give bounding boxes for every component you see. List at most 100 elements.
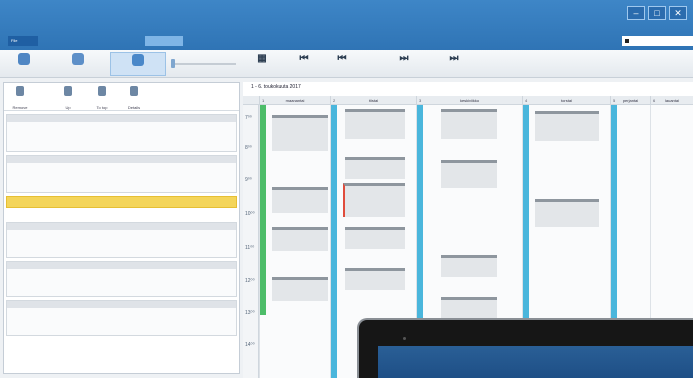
to-top-button[interactable]: To top	[92, 86, 112, 114]
previous-button[interactable]: ⏮	[326, 53, 358, 75]
close-button[interactable]: ✕	[669, 6, 687, 20]
task-card[interactable]	[6, 261, 237, 297]
remove-button[interactable]: Remove	[10, 86, 30, 114]
menu-item[interactable]	[58, 36, 94, 46]
details-button[interactable]: Details	[124, 86, 144, 114]
first-week-icon: ⏮	[299, 53, 309, 64]
menu-item[interactable]	[100, 36, 138, 46]
menu-item[interactable]	[358, 36, 398, 46]
toolbar-label: Up	[65, 105, 71, 110]
time-label: 12⁰⁰	[245, 278, 255, 284]
last-week-button[interactable]: ⏭	[438, 53, 470, 75]
calendar-event[interactable]	[272, 277, 328, 301]
time-label: 13⁰⁰	[245, 310, 255, 316]
task-card[interactable]	[6, 300, 237, 336]
people-icon	[72, 53, 84, 65]
details-icon	[130, 86, 138, 96]
event-title	[272, 190, 328, 192]
day-column[interactable]	[259, 105, 330, 378]
calendar-event[interactable]	[441, 160, 497, 188]
menu-item[interactable]	[290, 36, 320, 46]
day-name: torstai	[561, 98, 572, 103]
zoom-slider-track[interactable]	[172, 63, 236, 65]
calendar-view-button[interactable]: ▦	[246, 53, 278, 75]
day-name: lauantai	[664, 98, 679, 103]
event-title	[272, 230, 328, 232]
task-toolbar: Remove Up To top Details	[4, 83, 239, 111]
event-title	[345, 112, 405, 114]
menu-item[interactable]	[264, 36, 286, 46]
next-button[interactable]: ⏭	[388, 53, 420, 75]
refresh-icon	[18, 53, 30, 65]
global-search-input[interactable]	[622, 36, 693, 46]
ribbon-button-refresh[interactable]	[6, 52, 42, 76]
next-icon: ⏭	[399, 53, 409, 64]
task-card[interactable]	[6, 222, 237, 258]
day-name: tiistai	[368, 98, 379, 103]
day-header[interactable]: 3 keskiviikko	[416, 96, 522, 105]
task-title	[7, 115, 236, 122]
ribbon-button-calendar[interactable]	[110, 52, 166, 76]
calendar-event[interactable]	[272, 115, 328, 151]
calendar-event[interactable]	[535, 199, 599, 227]
day-number: 5	[613, 98, 616, 103]
day-header[interactable]: 5 perjantai	[610, 96, 650, 105]
event-title	[441, 112, 497, 114]
toolbar-label: To top	[96, 105, 108, 110]
task-card[interactable]	[6, 114, 237, 152]
minimize-button[interactable]: –	[627, 6, 645, 20]
assignment-strip	[331, 105, 337, 378]
menu-item[interactable]	[324, 36, 354, 46]
day-number: 6	[653, 98, 656, 103]
ribbon-button-people[interactable]	[50, 52, 106, 76]
day-header-row: 1 maanantai 2 tiistai 3 keskiviikko 4 torsta…	[243, 96, 693, 105]
calendar-event[interactable]	[441, 297, 497, 319]
ribbon-toolbar: ▦ ⏮ ⏮ ⏭ ⏭ Search	[0, 50, 693, 119]
calendar-event-alert[interactable]	[343, 183, 405, 217]
maximize-button[interactable]: □	[648, 6, 666, 20]
task-title	[7, 301, 236, 308]
time-label: 8⁰⁰	[245, 145, 252, 151]
calendar-event[interactable]	[441, 255, 497, 277]
calendar-event[interactable]	[272, 227, 328, 251]
task-title	[7, 262, 236, 269]
day-header[interactable]: 6 lauantai	[650, 96, 693, 105]
to-top-icon	[98, 86, 106, 96]
day-header[interactable]: 1 maanantai	[259, 96, 330, 105]
event-title	[441, 258, 497, 260]
tablet-screen	[378, 346, 693, 378]
time-column: 7⁰⁰ 8⁰⁰ 9⁰⁰ 10⁰⁰ 11⁰⁰ 12⁰⁰ 13⁰⁰ 14⁰⁰	[243, 105, 259, 378]
menu-file[interactable]: File	[8, 36, 38, 46]
calendar-event[interactable]	[441, 109, 497, 139]
menu-item[interactable]	[230, 36, 260, 46]
menu-item-active[interactable]	[145, 36, 183, 46]
task-title	[7, 156, 236, 163]
app-window: – □ ✕ File ▦ ⏮ ⏮ ⏭ ⏭ Remove Up To top De…	[0, 0, 693, 378]
day-header[interactable]: 4 torstai	[522, 96, 610, 105]
zoom-slider-thumb[interactable]	[171, 59, 175, 68]
event-title	[441, 300, 497, 302]
task-title	[7, 223, 236, 230]
day-number: 1	[262, 98, 265, 103]
menu-item[interactable]	[190, 36, 224, 46]
day-header[interactable]: 2 tiistai	[330, 96, 416, 105]
first-week-button[interactable]: ⏮	[288, 53, 320, 75]
time-label: 14⁰⁰	[245, 342, 255, 348]
task-card[interactable]	[6, 155, 237, 193]
up-button[interactable]: Up	[58, 86, 78, 114]
calendar-event[interactable]	[345, 157, 405, 179]
event-title	[345, 186, 405, 188]
calendar-event[interactable]	[535, 111, 599, 141]
time-label: 7⁰⁰	[245, 115, 252, 121]
time-label: 9⁰⁰	[245, 177, 252, 183]
warning-banner[interactable]	[6, 196, 237, 208]
event-title	[441, 163, 497, 165]
calendar-event[interactable]	[345, 227, 405, 249]
toolbar-label: Remove	[12, 105, 28, 110]
time-label: 10⁰⁰	[245, 211, 255, 217]
day-number: 2	[333, 98, 336, 103]
calendar-event[interactable]	[345, 109, 405, 139]
calendar-event[interactable]	[272, 187, 328, 213]
calendar-event[interactable]	[345, 268, 405, 290]
day-number: 4	[525, 98, 528, 103]
